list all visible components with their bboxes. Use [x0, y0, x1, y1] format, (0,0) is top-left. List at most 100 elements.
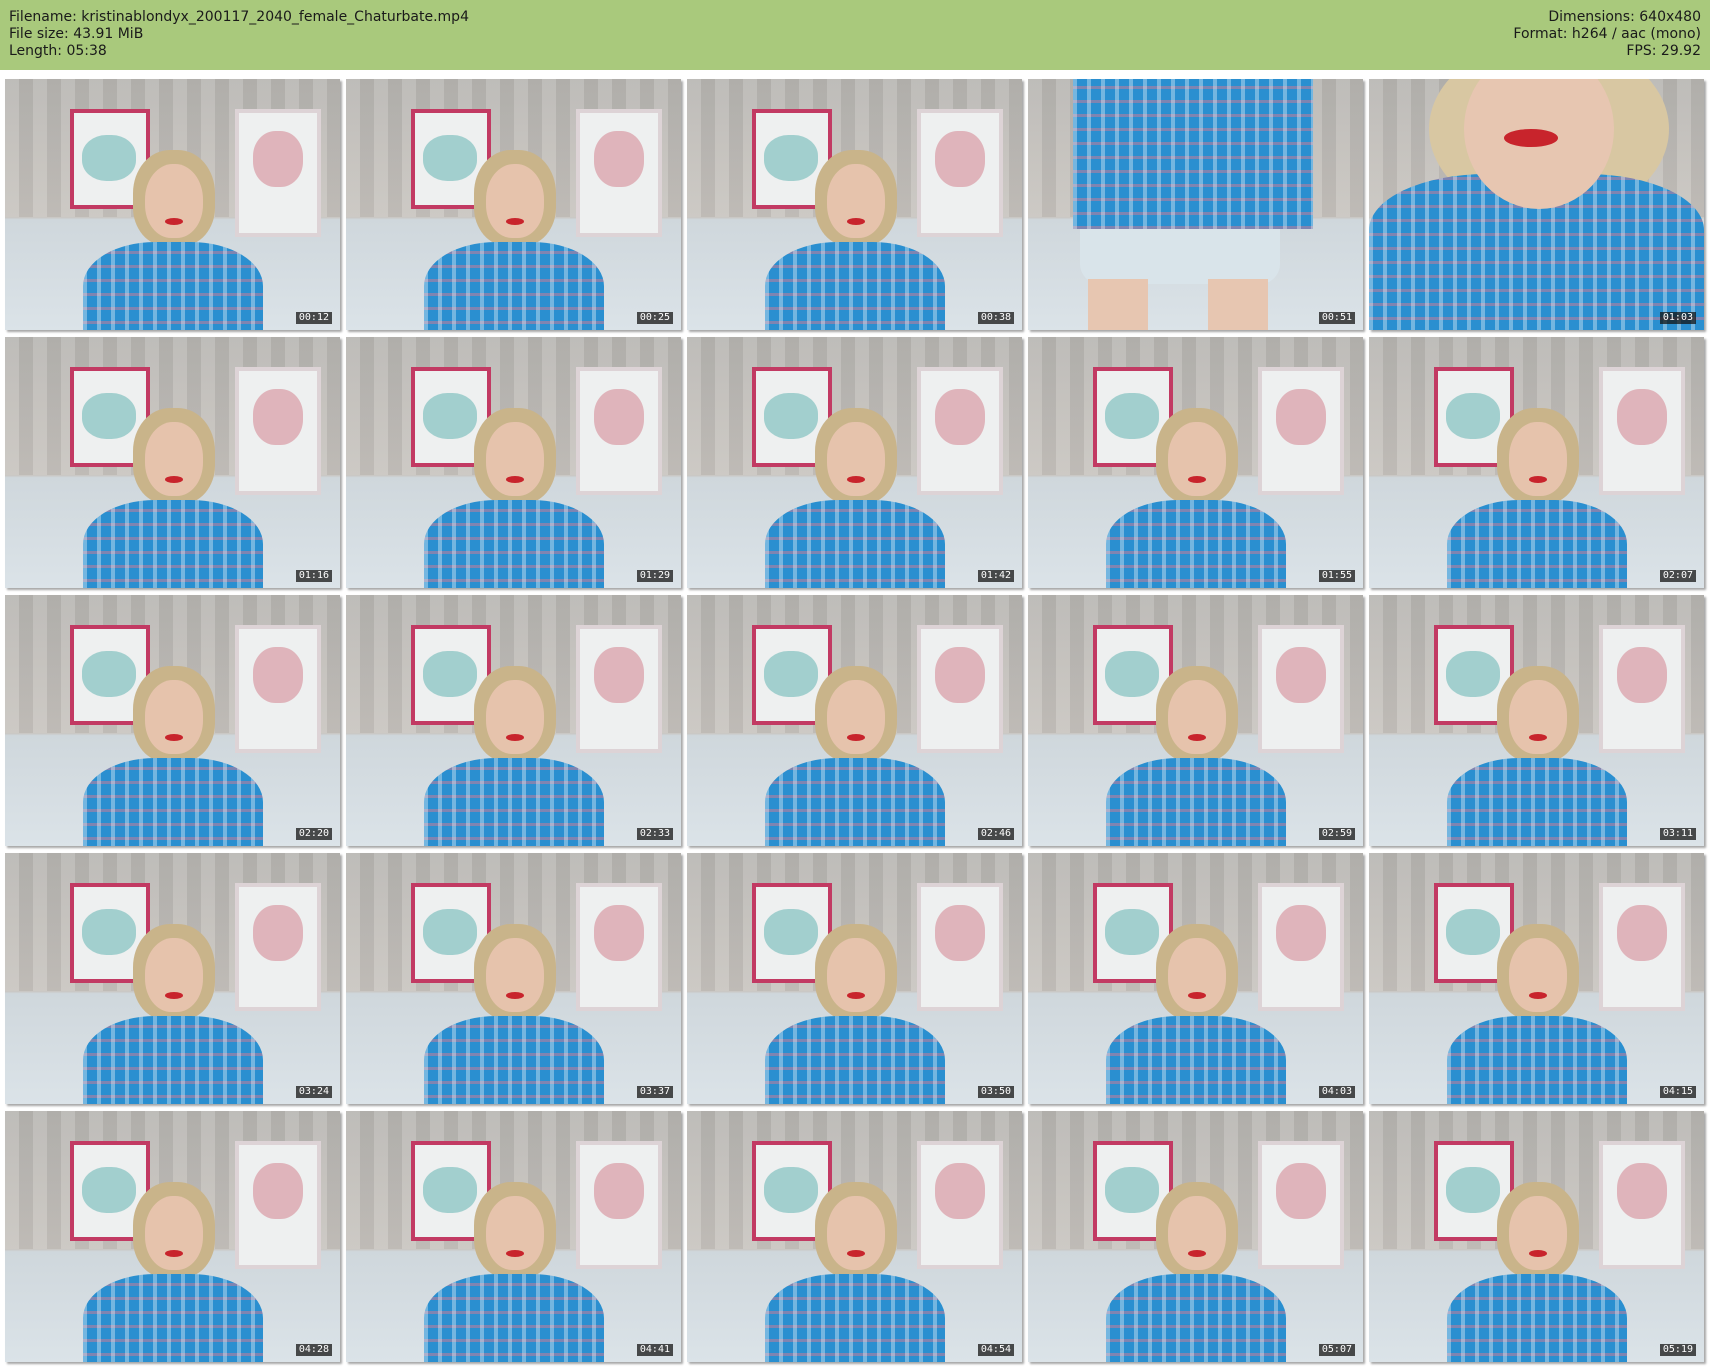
shirt [764, 1016, 945, 1104]
person [73, 1162, 273, 1362]
video-thumbnail[interactable]: 03:50 [687, 853, 1022, 1104]
face [144, 938, 203, 1012]
timestamp-label: 03:37 [636, 1086, 673, 1098]
video-thumbnail[interactable]: 03:11 [1369, 595, 1704, 846]
video-thumbnail[interactable]: 00:38 [687, 79, 1022, 330]
lips [505, 1250, 524, 1257]
person [1437, 646, 1637, 846]
lips [1528, 734, 1547, 741]
video-thumbnail[interactable]: 00:12 [5, 79, 340, 330]
timestamp-label: 03:24 [295, 1086, 332, 1098]
lips [1528, 1250, 1547, 1257]
timestamp-label: 04:41 [636, 1344, 673, 1356]
face [144, 680, 203, 754]
video-thumbnail[interactable]: 00:51 [1028, 79, 1363, 330]
lips [1187, 476, 1206, 483]
person [73, 646, 273, 846]
video-thumbnail[interactable]: 05:07 [1028, 1111, 1363, 1362]
shirt [1446, 1016, 1627, 1104]
shirt [423, 1274, 604, 1362]
shirt [1105, 1016, 1286, 1104]
timestamp-label: 04:54 [977, 1344, 1014, 1356]
person [73, 904, 273, 1104]
person [1096, 388, 1296, 588]
face [1508, 938, 1567, 1012]
timestamp-label: 02:07 [1659, 570, 1696, 582]
timestamp-label: 02:46 [977, 828, 1014, 840]
timestamp-label: 04:28 [295, 1344, 332, 1356]
person [73, 388, 273, 588]
timestamp-label: 01:03 [1659, 312, 1696, 324]
face [826, 1196, 885, 1270]
video-thumbnail[interactable]: 04:28 [5, 1111, 340, 1362]
shirt [1446, 758, 1627, 846]
video-thumbnail[interactable]: 04:54 [687, 1111, 1022, 1362]
filesize-text: File size: 43.91 MiB [9, 26, 144, 42]
face [485, 938, 544, 1012]
shirt [423, 242, 604, 330]
timestamp-label: 02:20 [295, 828, 332, 840]
person [755, 646, 955, 846]
person [1437, 388, 1637, 588]
video-thumbnail[interactable]: 03:37 [346, 853, 681, 1104]
shirt [82, 758, 263, 846]
timestamp-label: 02:33 [636, 828, 673, 840]
person [1096, 1162, 1296, 1362]
video-thumbnail[interactable]: 04:03 [1028, 853, 1363, 1104]
shirt [82, 1274, 263, 1362]
video-thumbnail[interactable]: 05:19 [1369, 1111, 1704, 1362]
shirt [764, 500, 945, 588]
video-thumbnail[interactable]: 01:42 [687, 337, 1022, 588]
person [73, 130, 273, 330]
file-info: Filename: kristinablondyx_200117_2040_fe… [9, 9, 469, 60]
video-thumbnail[interactable]: 02:59 [1028, 595, 1363, 846]
timestamp-label: 02:59 [1318, 828, 1355, 840]
face [485, 680, 544, 754]
timestamp-label: 01:42 [977, 570, 1014, 582]
lips-closeup [1504, 129, 1558, 147]
video-thumbnail[interactable]: 00:25 [346, 79, 681, 330]
shirt [82, 1016, 263, 1104]
face [1508, 1196, 1567, 1270]
face [144, 164, 203, 238]
person [414, 646, 614, 846]
face [1167, 422, 1226, 496]
face [485, 164, 544, 238]
video-info: Dimensions: 640x480 Format: h264 / aac (… [1513, 9, 1701, 60]
filename-text: Filename: kristinablondyx_200117_2040_fe… [9, 9, 469, 25]
video-thumbnail[interactable]: 01:03 [1369, 79, 1704, 330]
timestamp-label: 03:11 [1659, 828, 1696, 840]
lips [846, 734, 865, 741]
shirt [1105, 500, 1286, 588]
person [414, 1162, 614, 1362]
shirt [423, 1016, 604, 1104]
lips [846, 992, 865, 999]
shirt [1105, 758, 1286, 846]
video-thumbnail[interactable]: 02:20 [5, 595, 340, 846]
video-thumbnail[interactable]: 02:33 [346, 595, 681, 846]
lips [505, 992, 524, 999]
video-thumbnail[interactable]: 01:29 [346, 337, 681, 588]
face [485, 422, 544, 496]
lips [846, 1250, 865, 1257]
person [1096, 646, 1296, 846]
lips [164, 218, 183, 225]
video-thumbnail[interactable]: 01:55 [1028, 337, 1363, 588]
video-thumbnail[interactable]: 02:07 [1369, 337, 1704, 588]
person [414, 904, 614, 1104]
video-thumbnail[interactable]: 02:46 [687, 595, 1022, 846]
lips [1528, 992, 1547, 999]
timestamp-label: 00:12 [295, 312, 332, 324]
length-text: Length: 05:38 [9, 43, 107, 59]
timestamp-label: 00:51 [1318, 312, 1355, 324]
person [755, 904, 955, 1104]
lips [846, 476, 865, 483]
video-thumbnail[interactable]: 01:16 [5, 337, 340, 588]
person [755, 388, 955, 588]
video-thumbnail[interactable]: 04:41 [346, 1111, 681, 1362]
lips [164, 992, 183, 999]
leg-right [1208, 279, 1268, 330]
shirt [423, 758, 604, 846]
video-thumbnail[interactable]: 04:15 [1369, 853, 1704, 1104]
video-thumbnail[interactable]: 03:24 [5, 853, 340, 1104]
